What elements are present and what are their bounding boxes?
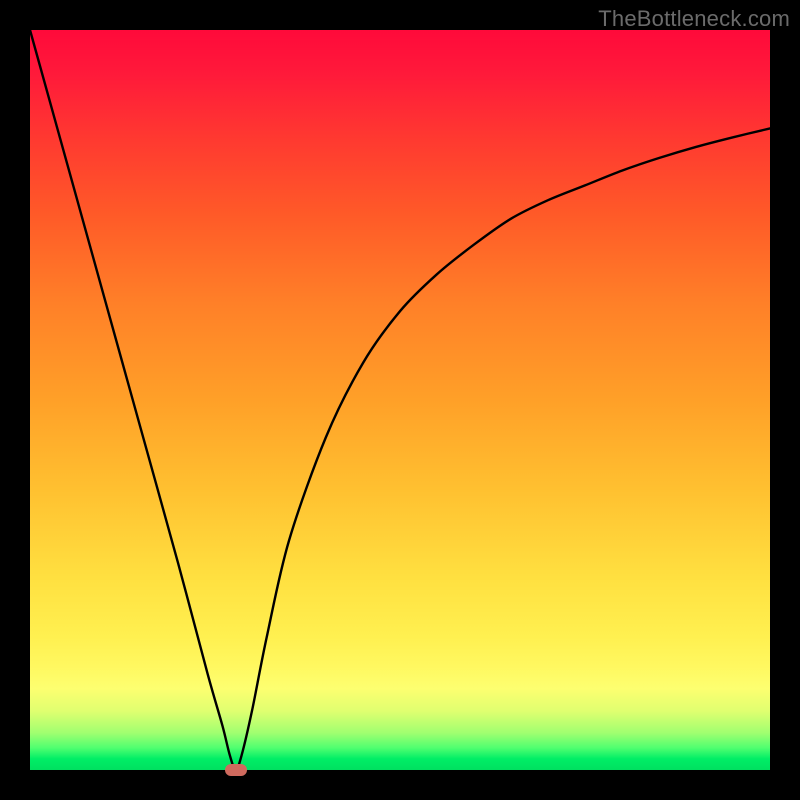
- bottleneck-curve: [30, 30, 770, 770]
- plot-area: [30, 30, 770, 770]
- watermark-text: TheBottleneck.com: [598, 6, 790, 32]
- chart-frame: TheBottleneck.com: [0, 0, 800, 800]
- minimum-marker: [225, 764, 247, 776]
